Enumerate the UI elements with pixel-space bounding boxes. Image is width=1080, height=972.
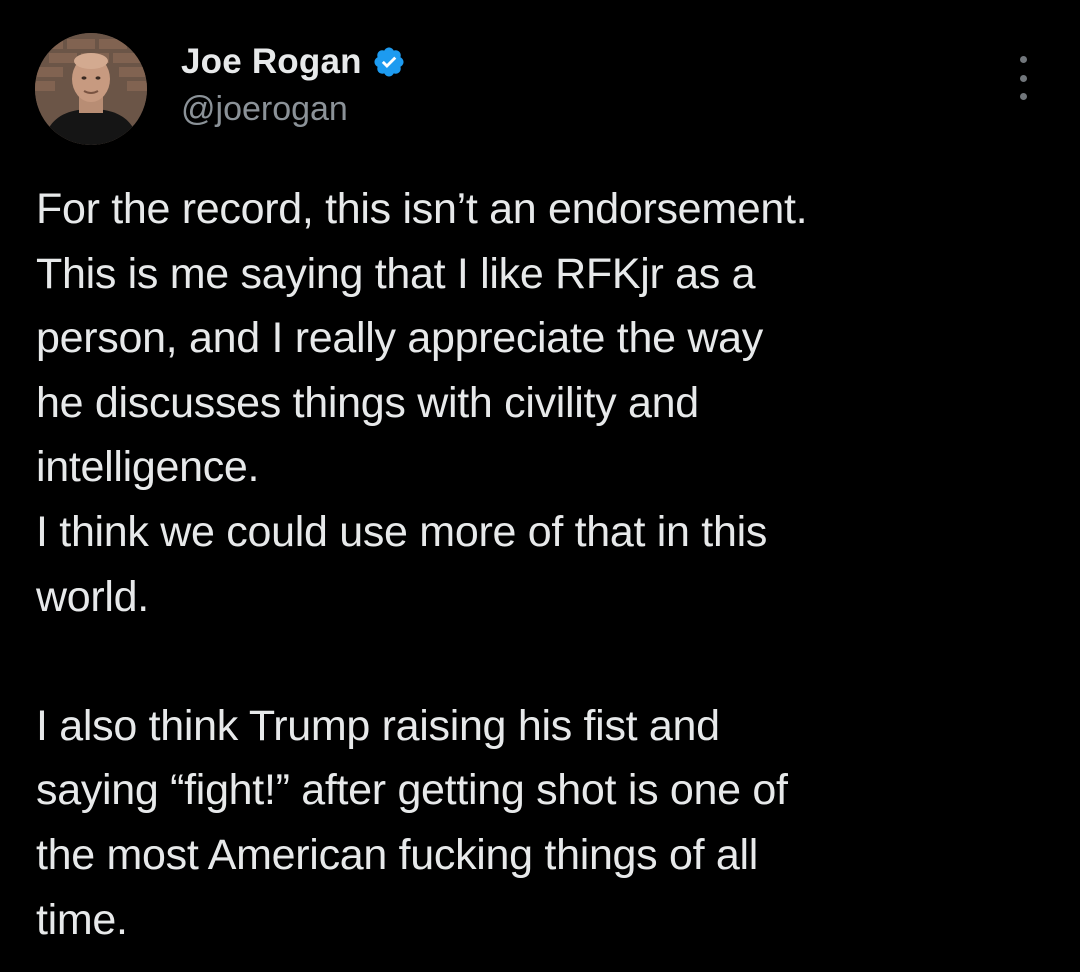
- tweet-text-line: person, and I really appreciate the way: [36, 314, 763, 363]
- avatar-image: [35, 33, 147, 145]
- more-vertical-icon: [1019, 93, 1027, 100]
- avatar[interactable]: [35, 33, 147, 145]
- tweet-text-line: intelligence.: [36, 443, 260, 492]
- author-handle[interactable]: @joerogan: [181, 90, 348, 129]
- more-vertical-icon: [1019, 56, 1027, 63]
- tweet-text: For the record, this isn’t an endorsemen…: [36, 177, 1056, 952]
- verified-badge-icon[interactable]: [372, 45, 406, 79]
- tweet-text-line: saying “fight!” after getting shot is on…: [36, 766, 788, 815]
- more-vertical-icon: [1019, 74, 1027, 82]
- author-name-row: Joe Rogan: [181, 38, 406, 86]
- tweet-text-line: I think we could use more of that in thi…: [36, 507, 768, 556]
- tweet-text-line: I also think Trump raising his fist and: [36, 701, 720, 750]
- tweet-text-line: For the record, this isn’t an endorsemen…: [36, 185, 808, 233]
- tweet-text-line: time.: [36, 895, 128, 944]
- tweet-text-line: world.: [36, 572, 149, 621]
- tweet-text-line: the most American fucking things of all: [36, 830, 759, 879]
- tweet-text-line: This is me saying that I like RFKjr as a: [36, 249, 756, 298]
- more-options-button[interactable]: [1004, 56, 1042, 100]
- author-display-name[interactable]: Joe Rogan: [181, 42, 362, 82]
- tweet-card: Joe Rogan @joerogan For the record, this…: [0, 0, 1080, 972]
- tweet-text-line: he discusses things with civility and: [36, 378, 699, 427]
